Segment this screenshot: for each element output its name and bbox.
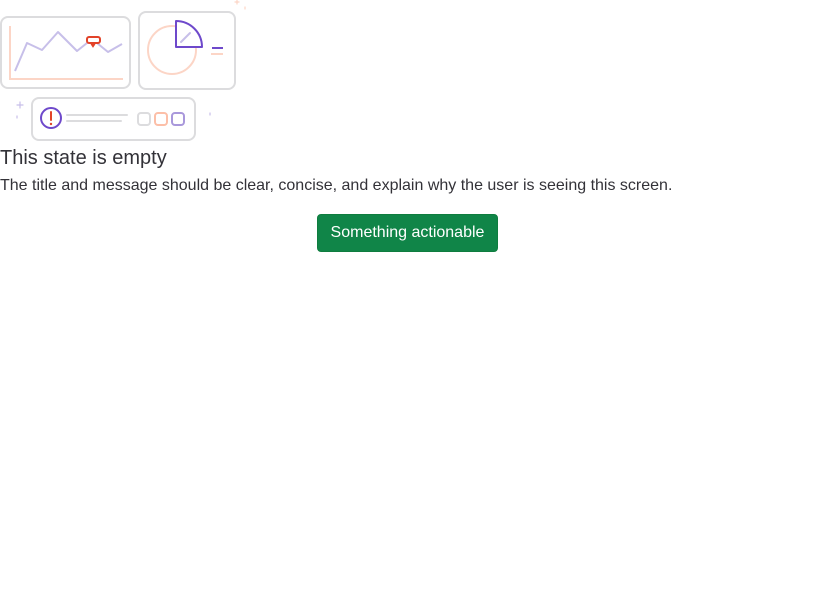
pie-chart-icon [138, 11, 236, 90]
status-badge-icon [137, 112, 185, 126]
alert-card-icon [31, 97, 196, 141]
empty-state-message: The title and message should be clear, c… [0, 177, 673, 194]
alert-icon [40, 107, 62, 129]
empty-state: This state is empty The title and messag… [0, 0, 815, 600]
line-chart-icon [0, 16, 131, 89]
empty-state-illustration [0, 0, 246, 141]
primary-action-button[interactable]: Something actionable [317, 214, 498, 252]
empty-state-title: This state is empty [0, 147, 167, 169]
